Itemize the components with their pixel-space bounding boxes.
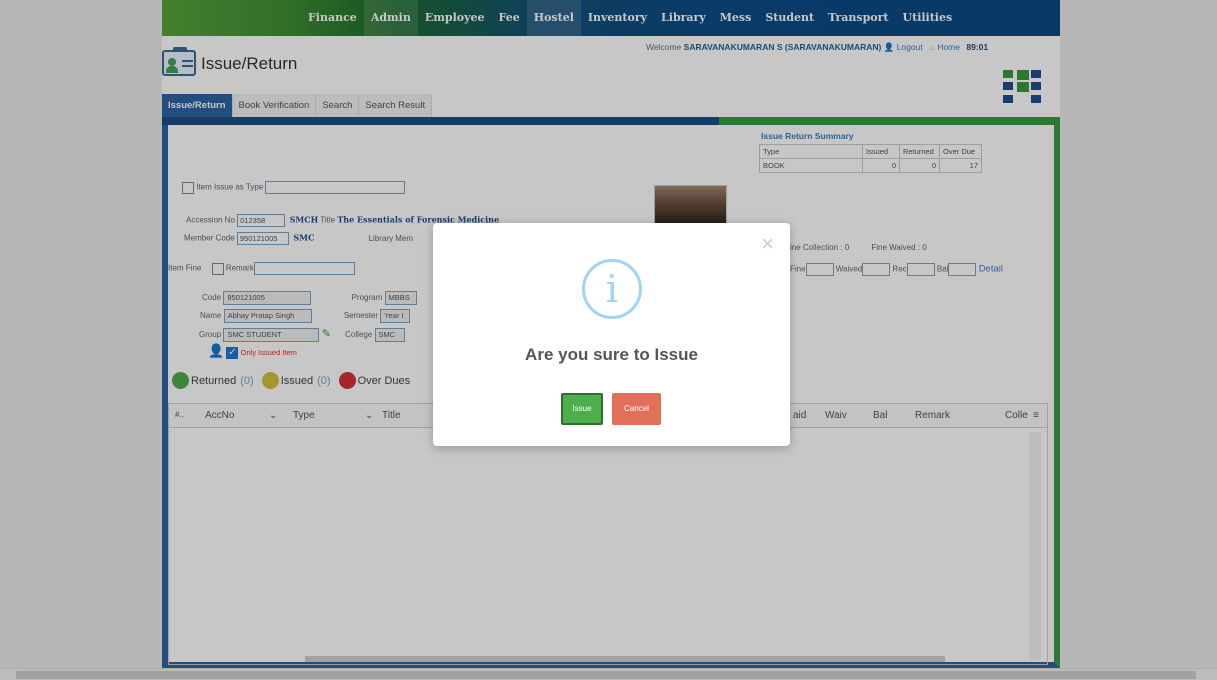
dialog-message: Are you sure to Issue <box>525 345 698 364</box>
close-icon[interactable]: × <box>761 233 774 255</box>
confirm-dialog: × i Are you sure to Issue Issue Cancel <box>433 223 790 446</box>
cancel-button[interactable]: Cancel <box>612 393 661 425</box>
issue-button[interactable]: Issue <box>561 393 603 425</box>
info-icon: i <box>582 259 642 319</box>
